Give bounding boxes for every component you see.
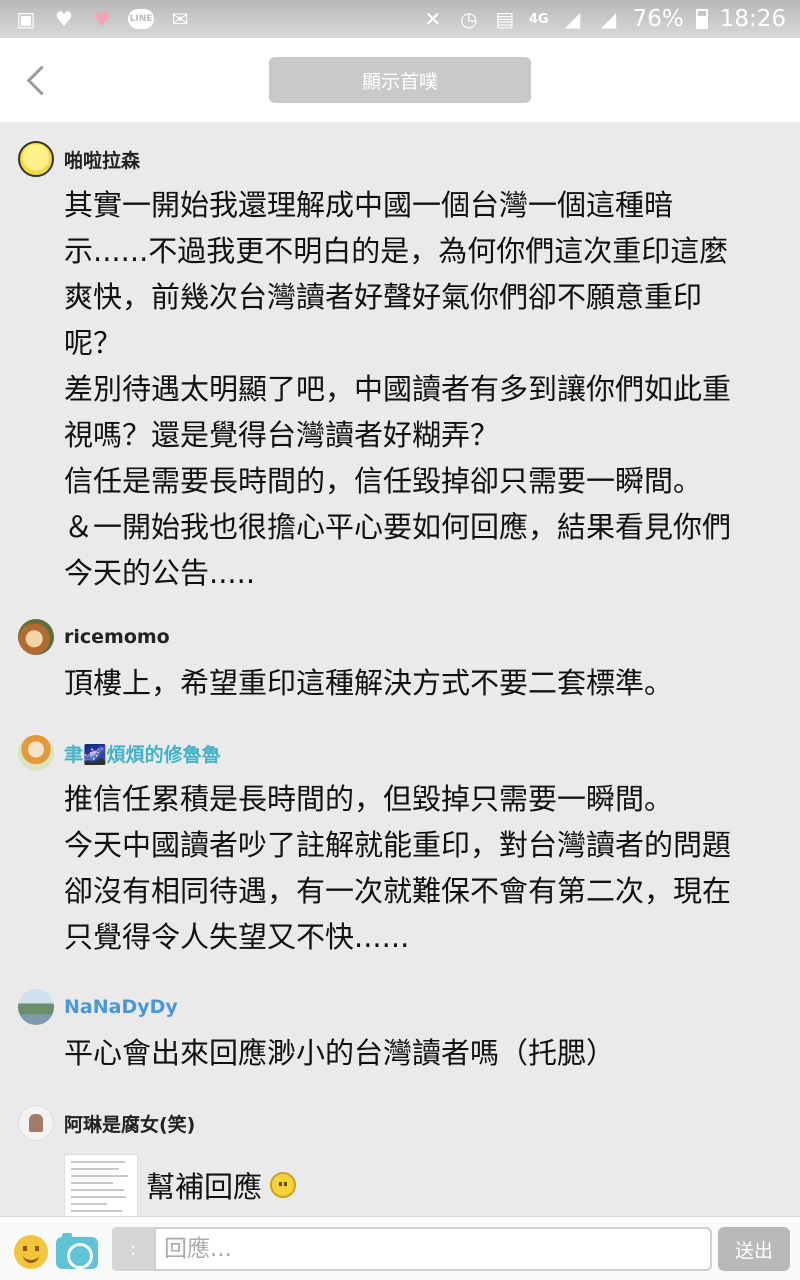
comment-author[interactable]: 聿🌌煩煩的修魯魯: [64, 740, 221, 767]
clock: 18:26: [719, 6, 786, 32]
status-bar: ▣ ♥ ♥ LINE ✉ ✕ ◷ ▤ 4G ◢ ◢ 76% 18:26: [0, 0, 800, 38]
battery-icon: [695, 9, 708, 29]
avatar[interactable]: [18, 735, 54, 771]
emoji-button[interactable]: [14, 1235, 48, 1269]
avatar[interactable]: [18, 619, 54, 655]
comment-author[interactable]: NaNaDyDy: [64, 996, 178, 1018]
comment-author[interactable]: ricemomo: [64, 626, 170, 648]
header: 顯示首噗: [0, 38, 800, 122]
comment-text: 推信任累積是長時間的，但毀掉只需要一瞬間。 今天中國讀者吵了註解就能重印，對台灣…: [64, 782, 732, 954]
show-top-post-button[interactable]: 顯示首噗: [269, 57, 531, 103]
reply-bar: : 送出: [0, 1216, 800, 1280]
avatar[interactable]: [18, 141, 54, 177]
comment-text: 幫補回應: [146, 1170, 263, 1204]
line-icon: LINE: [128, 9, 154, 29]
mute-icon: ✕: [424, 7, 442, 31]
signal-icon: ◢: [564, 7, 581, 31]
qualifier-button[interactable]: :: [112, 1227, 154, 1271]
comment-author[interactable]: 阿琳是腐女(笑): [64, 1110, 195, 1137]
comment-text: 其實一開始我還理解成中國一個台灣一個這種暗 示......不過我更不明白的是，為…: [64, 188, 732, 590]
smiley-emoji-icon: [270, 1172, 297, 1198]
avatar[interactable]: [18, 989, 54, 1025]
heart-icon: ♥: [55, 7, 73, 31]
comment-author[interactable]: 啪啦拉森: [64, 146, 140, 173]
send-button[interactable]: 送出: [718, 1227, 790, 1271]
alarm-icon: ◷: [460, 7, 478, 31]
signal-icon: ◢: [600, 7, 617, 31]
battery-percent: 76%: [632, 6, 684, 32]
avatar[interactable]: [18, 1105, 54, 1141]
reply-input[interactable]: [154, 1227, 712, 1271]
heart-pink-icon: ♥: [93, 7, 111, 31]
back-button[interactable]: [16, 58, 56, 102]
camera-button[interactable]: [56, 1233, 98, 1269]
comment-text: 頂樓上，希望重印這種解決方式不要二套標準。: [64, 666, 674, 700]
attached-image-thumbnail[interactable]: [64, 1154, 138, 1216]
image-icon: ▣: [16, 7, 36, 31]
comment-list: 啪啦拉森 其實一開始我還理解成中國一個台灣一個這種暗 示......不過我更不明…: [0, 122, 800, 1216]
network-type: 4G: [528, 11, 549, 27]
mail-icon: ✉: [171, 7, 189, 31]
nfc-icon: ▤: [495, 7, 515, 31]
comment-text: 平心會出來回應渺小的台灣讀者嗎（托腮）: [64, 1036, 616, 1070]
